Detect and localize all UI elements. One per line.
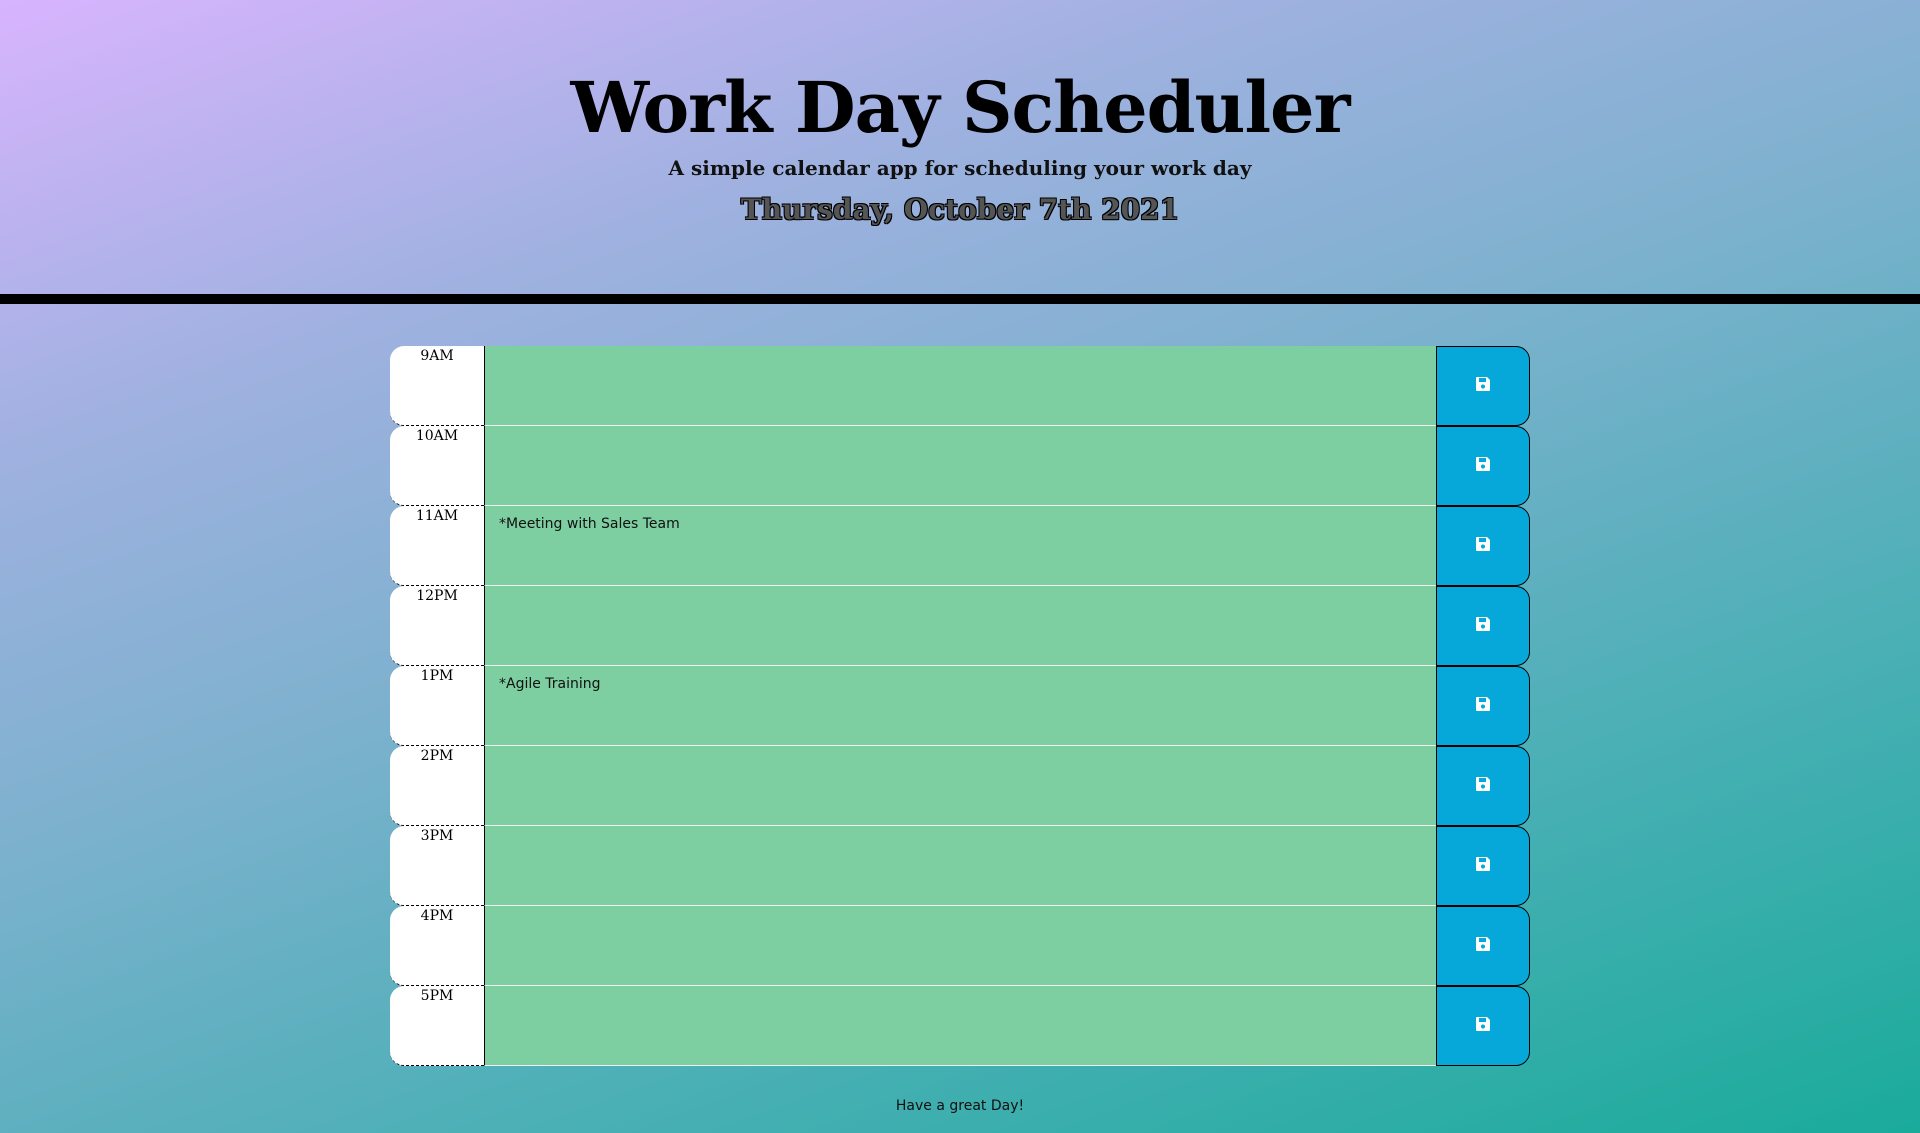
timeblock-row: 3PM — [390, 826, 1530, 906]
timeblock-row: 10AM — [390, 426, 1530, 506]
save-icon — [1475, 1016, 1491, 1036]
description-textarea[interactable] — [484, 346, 1436, 426]
hour-label: 3PM — [390, 826, 484, 906]
description-textarea[interactable]: *Agile Training — [484, 666, 1436, 746]
save-icon — [1475, 376, 1491, 396]
save-button[interactable] — [1436, 346, 1530, 426]
timeblock-row: 9AM — [390, 346, 1530, 426]
timeblock-row: 2PM — [390, 746, 1530, 826]
description-textarea[interactable] — [484, 986, 1436, 1066]
hour-label: 2PM — [390, 746, 484, 826]
save-icon — [1475, 936, 1491, 956]
description-textarea[interactable]: *Meeting with Sales Team — [484, 506, 1436, 586]
description-textarea[interactable] — [484, 746, 1436, 826]
footer-text: Have a great Day! — [895, 1098, 1025, 1114]
description-textarea[interactable] — [484, 586, 1436, 666]
timeblock-row: 1PM *Agile Training — [390, 666, 1530, 746]
hour-label: 4PM — [390, 906, 484, 986]
save-icon — [1475, 696, 1491, 716]
hour-label: 1PM — [390, 666, 484, 746]
save-button[interactable] — [1436, 506, 1530, 586]
page-subtitle: A simple calendar app for scheduling you… — [668, 156, 1252, 180]
save-button[interactable] — [1436, 826, 1530, 906]
timeblock-row: 4PM — [390, 906, 1530, 986]
timeblock-row: 11AM *Meeting with Sales Team — [390, 506, 1530, 586]
save-icon — [1475, 536, 1491, 556]
save-button[interactable] — [1436, 586, 1530, 666]
timeblock-planner: 9AM 10AM 11AM *Meeting with Sales Team 1… — [390, 346, 1530, 1066]
hour-label: 9AM — [390, 346, 484, 426]
description-textarea[interactable] — [484, 826, 1436, 906]
save-icon — [1475, 776, 1491, 796]
save-icon — [1475, 616, 1491, 636]
save-icon — [1475, 856, 1491, 876]
description-textarea[interactable] — [484, 906, 1436, 986]
page-title: Work Day Scheduler — [570, 66, 1351, 149]
save-button[interactable] — [1436, 906, 1530, 986]
save-icon — [1475, 456, 1491, 476]
timeblock-row: 12PM — [390, 586, 1530, 666]
hour-label: 11AM — [390, 506, 484, 586]
hour-label: 5PM — [390, 986, 484, 1066]
description-textarea[interactable] — [484, 426, 1436, 506]
save-button[interactable] — [1436, 666, 1530, 746]
save-button[interactable] — [1436, 986, 1530, 1066]
timeblock-row: 5PM — [390, 986, 1530, 1066]
save-button[interactable] — [1436, 746, 1530, 826]
save-button[interactable] — [1436, 426, 1530, 506]
hour-label: 10AM — [390, 426, 484, 506]
current-day: Thursday, October 7th 2021 — [740, 193, 1180, 226]
hour-label: 12PM — [390, 586, 484, 666]
page-header: Work Day Scheduler A simple calendar app… — [0, 0, 1920, 304]
